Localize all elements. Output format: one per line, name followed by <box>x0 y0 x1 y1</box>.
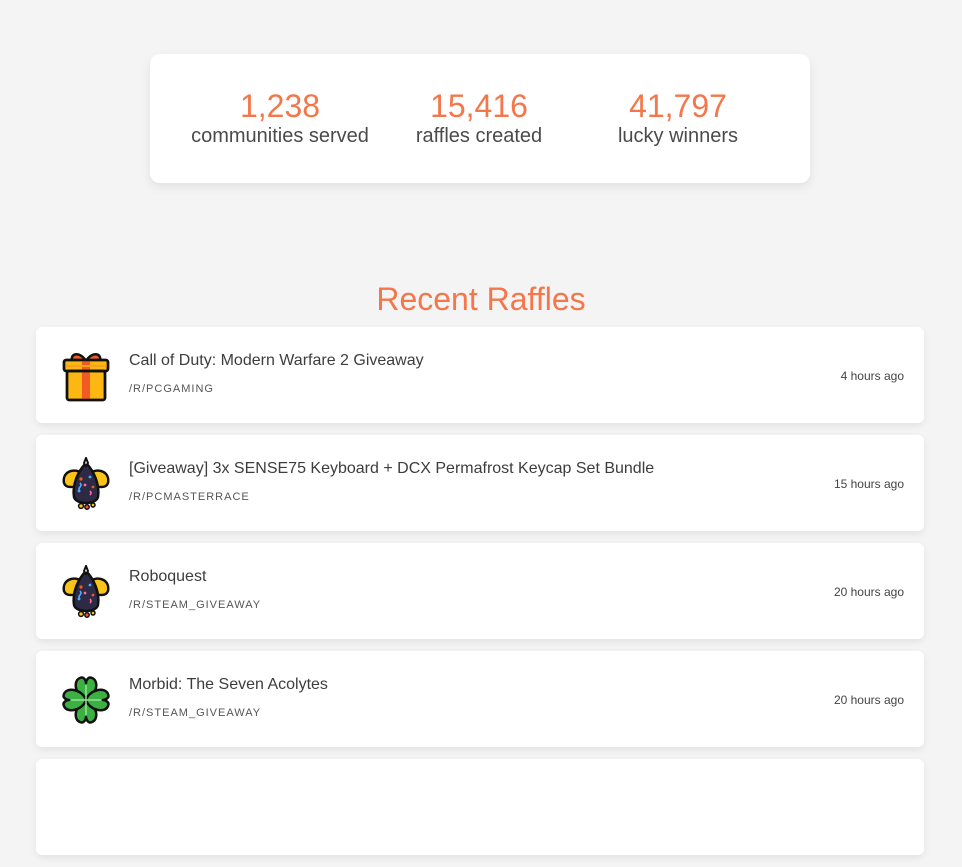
raffle-list: Call of Duty: Modern Warfare 2 Giveaway … <box>36 327 924 867</box>
stat-winners: 41,797 lucky winners <box>578 88 778 148</box>
gift-icon <box>60 349 112 403</box>
stat-label: raffles created <box>415 125 543 147</box>
stats-card: 1,238 communities served 15,416 raffles … <box>150 54 810 183</box>
raffle-card[interactable]: Roboquest /R/STEAM_GIVEAWAY 20 hours ago <box>36 543 924 639</box>
stat-label: lucky winners <box>617 125 739 147</box>
raffle-time: 4 hours ago <box>840 369 904 383</box>
raffle-time: 15 hours ago <box>833 477 904 491</box>
raffle-subreddit[interactable]: /R/PCGAMING <box>129 382 214 396</box>
raffle-time: 20 hours ago <box>833 693 904 707</box>
raffle-title[interactable]: [Giveaway] 3x SENSE75 Keyboard + DCX Per… <box>129 459 654 479</box>
raffle-card[interactable]: Call of Duty: Modern Warfare 2 Giveaway … <box>36 327 924 423</box>
raffle-card[interactable] <box>36 759 924 855</box>
raffle-title[interactable]: Call of Duty: Modern Warfare 2 Giveaway <box>129 351 424 371</box>
raffle-title[interactable]: Roboquest <box>129 567 206 587</box>
party-popper-icon <box>60 565 112 619</box>
raffle-subreddit[interactable]: /R/STEAM_GIVEAWAY <box>129 706 261 720</box>
stat-communities: 1,238 communities served <box>180 88 380 148</box>
raffle-card[interactable]: Morbid: The Seven Acolytes /R/STEAM_GIVE… <box>36 651 924 747</box>
stat-value: 41,797 <box>629 88 727 124</box>
raffle-title[interactable]: Morbid: The Seven Acolytes <box>129 675 328 695</box>
stat-value: 1,238 <box>239 88 321 124</box>
raffle-time: 20 hours ago <box>833 585 904 599</box>
raffle-card[interactable]: [Giveaway] 3x SENSE75 Keyboard + DCX Per… <box>36 435 924 531</box>
stat-label: communities served <box>191 125 369 147</box>
four-leaf-clover-icon <box>60 673 112 727</box>
raffle-subreddit[interactable]: /R/PCMASTERRACE <box>129 490 250 504</box>
section-title: Recent Raffles <box>376 281 586 317</box>
stat-value: 15,416 <box>430 88 528 124</box>
party-popper-icon <box>60 457 112 511</box>
raffle-subreddit[interactable]: /R/STEAM_GIVEAWAY <box>129 598 261 612</box>
stat-raffles: 15,416 raffles created <box>379 88 579 148</box>
